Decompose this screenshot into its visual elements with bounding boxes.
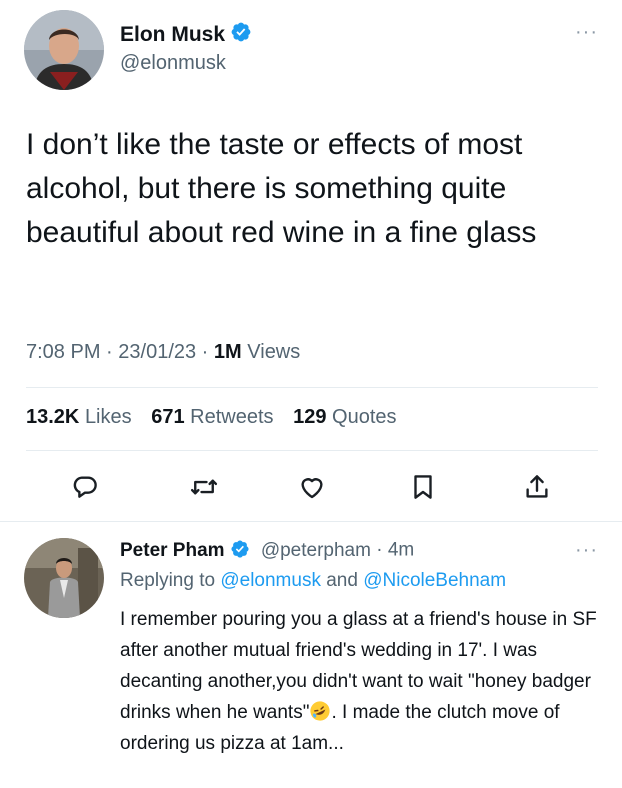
reply-author-name[interactable]: Peter Pham xyxy=(120,540,225,562)
reply-separator: · xyxy=(370,539,388,561)
meta-separator: · xyxy=(100,341,119,363)
reply-icon xyxy=(73,476,97,498)
like-heart-icon xyxy=(301,478,323,499)
verified-badge-icon xyxy=(230,21,252,48)
views-count: 1M xyxy=(213,341,242,363)
likes-stat[interactable]: 13.2K Likes xyxy=(26,406,132,428)
share-icon xyxy=(526,475,548,498)
reply-time[interactable]: 4m xyxy=(388,540,414,561)
retweet-button[interactable] xyxy=(187,470,221,504)
peter-avatar-photo-icon xyxy=(24,538,104,618)
quotes-count: 129 xyxy=(293,406,327,428)
bookmark-button[interactable] xyxy=(406,470,440,504)
replying-to-line: Replying to @elonmusk and @NicoleBehnam xyxy=(120,570,506,592)
replying-joiner: and xyxy=(320,570,364,591)
retweets-stat[interactable]: 671 Retweets xyxy=(151,406,273,428)
verified-badge-icon xyxy=(230,539,250,562)
reply-more-options-icon[interactable]: ··· xyxy=(575,540,598,560)
quotes-stat[interactable]: 129 Quotes xyxy=(293,406,396,428)
likes-count: 13.2K xyxy=(26,406,80,428)
quotes-label: Quotes xyxy=(332,406,397,428)
tweet-meta: 7:08 PM · 23/01/23 · 1M Views xyxy=(26,341,300,364)
reply-header: Peter Pham @peterpham · 4m xyxy=(120,539,414,562)
retweets-label: Retweets xyxy=(190,406,274,428)
tweet-stats: 13.2K Likes 671 Retweets 129 Quotes xyxy=(26,406,411,429)
tweet-text: I don’t like the taste or effects of mos… xyxy=(26,128,537,249)
tweet-date[interactable]: 23/01/23 xyxy=(118,341,196,363)
replying-prefix: Replying to xyxy=(120,570,221,591)
bookmark-icon xyxy=(414,475,432,499)
author-name[interactable]: Elon Musk xyxy=(120,23,225,47)
divider xyxy=(0,521,622,522)
replying-to-link[interactable]: @NicoleBehnam xyxy=(363,570,506,591)
reply-author-avatar[interactable] xyxy=(24,538,104,618)
meta-separator: · xyxy=(196,341,214,363)
divider xyxy=(26,387,598,388)
share-button[interactable] xyxy=(520,470,554,504)
like-button[interactable] xyxy=(295,470,329,504)
tweet-time[interactable]: 7:08 PM xyxy=(26,341,100,363)
rofl-emoji-icon xyxy=(309,700,331,722)
author-name-row: Elon Musk xyxy=(120,21,252,48)
reply-button[interactable] xyxy=(68,470,102,504)
likes-label: Likes xyxy=(84,406,132,428)
elon-avatar-photo-icon xyxy=(24,10,104,90)
more-options-icon[interactable]: ··· xyxy=(575,22,598,42)
divider xyxy=(26,450,598,451)
reply-text: I remember pouring you a glass at a frie… xyxy=(120,604,600,759)
author-avatar[interactable] xyxy=(24,10,104,90)
retweets-count: 671 xyxy=(151,406,185,428)
replying-to-link[interactable]: @elonmusk xyxy=(220,570,321,591)
views-label: Views xyxy=(247,341,301,363)
retweet-icon xyxy=(190,479,218,495)
reply-author-handle[interactable]: @peterpham xyxy=(261,540,371,561)
author-handle[interactable]: @elonmusk xyxy=(120,52,226,75)
